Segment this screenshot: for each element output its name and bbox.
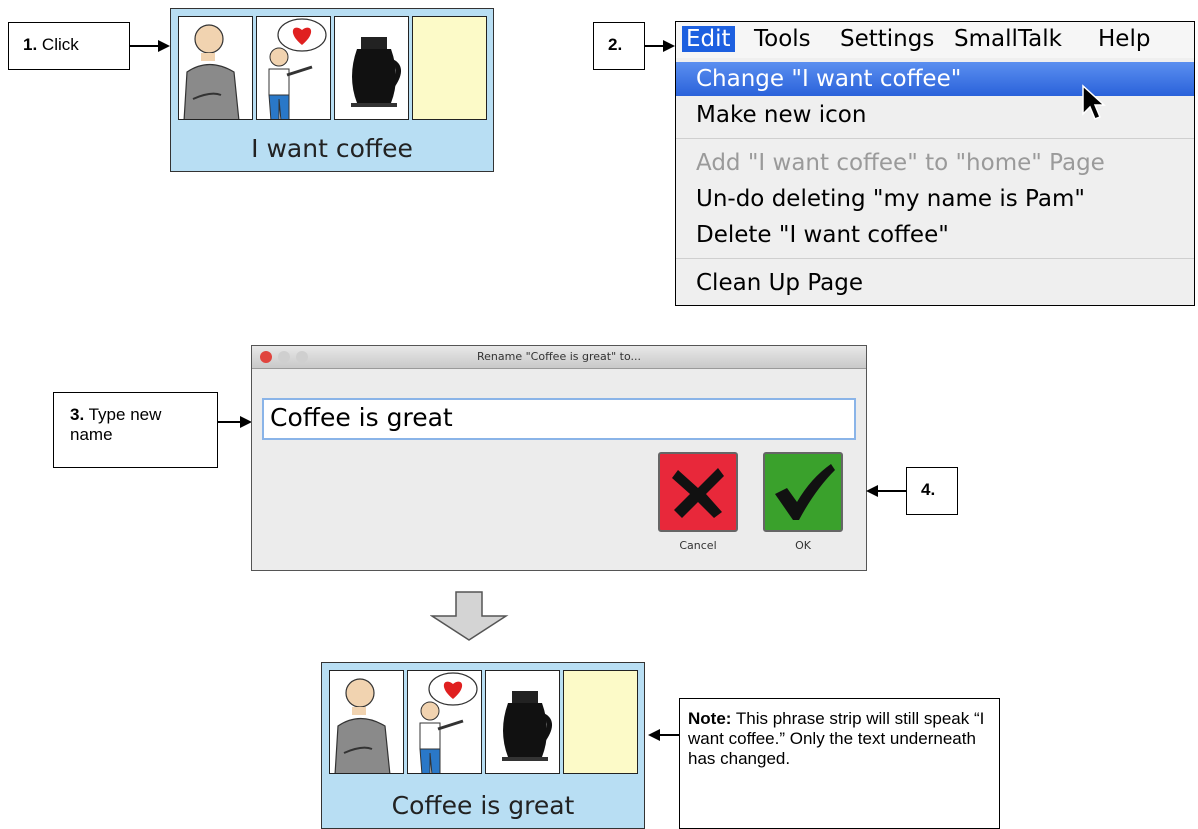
empty-slot bbox=[412, 16, 487, 120]
menu-item-clean-up[interactable]: Clean Up Page bbox=[696, 266, 863, 300]
note-callout: Note: This phrase strip will still speak… bbox=[679, 698, 1000, 829]
minimize-window-button[interactable] bbox=[278, 351, 290, 363]
mouse-pointer-icon bbox=[1082, 84, 1106, 120]
zoom-window-button[interactable] bbox=[296, 351, 308, 363]
step2-callout: 2. bbox=[593, 22, 645, 70]
checkmark-icon bbox=[775, 464, 835, 520]
step1-callout: 1. Click bbox=[8, 22, 130, 70]
phrase-strip-renamed[interactable]: Coffee is great bbox=[321, 662, 645, 829]
step4-callout: 4. bbox=[906, 467, 958, 515]
menu-item-make-new-icon[interactable]: Make new icon bbox=[696, 98, 866, 132]
want-heart-icon bbox=[407, 670, 482, 774]
step2-number: 2. bbox=[608, 35, 623, 54]
edit-menu: Edit Tools Settings SmallTalk Help Chang… bbox=[675, 21, 1195, 306]
menu-item-add-to-page[interactable]: Add "I want coffee" to "home" Page bbox=[696, 146, 1105, 180]
menu-item-delete[interactable]: Delete "I want coffee" bbox=[696, 218, 949, 252]
step3-number: 3. bbox=[70, 405, 85, 424]
person-icon bbox=[178, 16, 253, 120]
menu-edit[interactable]: Edit bbox=[682, 26, 735, 52]
want-heart-icon bbox=[256, 16, 331, 120]
note-label: Note: bbox=[688, 709, 732, 728]
step2-arrow bbox=[645, 45, 665, 47]
step3-arrow bbox=[218, 421, 242, 423]
menu-tools[interactable]: Tools bbox=[750, 26, 815, 52]
ok-button[interactable] bbox=[763, 452, 843, 532]
step1-arrow bbox=[130, 45, 160, 47]
note-arrow bbox=[658, 734, 679, 736]
step4-number: 4. bbox=[921, 480, 936, 499]
menu-item-undo-delete[interactable]: Un-do deleting "my name is Pam" bbox=[696, 182, 1085, 216]
coffee-pot-icon bbox=[485, 670, 560, 774]
phrase-caption: Coffee is great bbox=[391, 791, 575, 820]
x-icon bbox=[672, 468, 724, 518]
cancel-label: Cancel bbox=[679, 539, 717, 552]
menu-item-change[interactable]: Change "I want coffee" bbox=[676, 62, 1194, 96]
coffee-pot-icon bbox=[334, 16, 409, 120]
dialog-titlebar: Rename "Coffee is great" to... bbox=[252, 346, 866, 369]
step4-arrow bbox=[876, 490, 906, 492]
step3-callout: 3. Type new name bbox=[53, 392, 218, 468]
step1-number: 1. bbox=[23, 35, 38, 54]
close-window-button[interactable] bbox=[260, 351, 272, 363]
menu-separator bbox=[676, 138, 1194, 139]
menu-settings[interactable]: Settings bbox=[836, 26, 938, 52]
step1-arrowhead bbox=[158, 40, 170, 52]
step1-text: Click bbox=[41, 35, 79, 54]
step2-arrowhead bbox=[663, 40, 675, 52]
menu-help[interactable]: Help bbox=[1094, 26, 1154, 52]
phrase-caption: I want coffee bbox=[251, 134, 413, 163]
rename-dialog: Rename "Coffee is great" to... Coffee is… bbox=[251, 345, 867, 571]
cancel-button[interactable] bbox=[658, 452, 738, 532]
menu-separator-2 bbox=[676, 258, 1194, 259]
empty-slot bbox=[563, 670, 638, 774]
person-icon bbox=[329, 670, 404, 774]
menu-smalltalk[interactable]: SmallTalk bbox=[950, 26, 1066, 52]
rename-input[interactable]: Coffee is great bbox=[262, 398, 856, 440]
menu-bar: Edit Tools Settings SmallTalk Help bbox=[676, 22, 1194, 58]
step3-text: Type new name bbox=[70, 405, 162, 444]
note-text: This phrase strip will still speak “I wa… bbox=[688, 709, 985, 768]
dialog-title: Rename "Coffee is great" to... bbox=[477, 350, 641, 363]
phrase-strip-original[interactable]: I want coffee bbox=[170, 8, 494, 172]
ok-label: OK bbox=[795, 539, 811, 552]
down-arrow-icon bbox=[430, 591, 509, 641]
